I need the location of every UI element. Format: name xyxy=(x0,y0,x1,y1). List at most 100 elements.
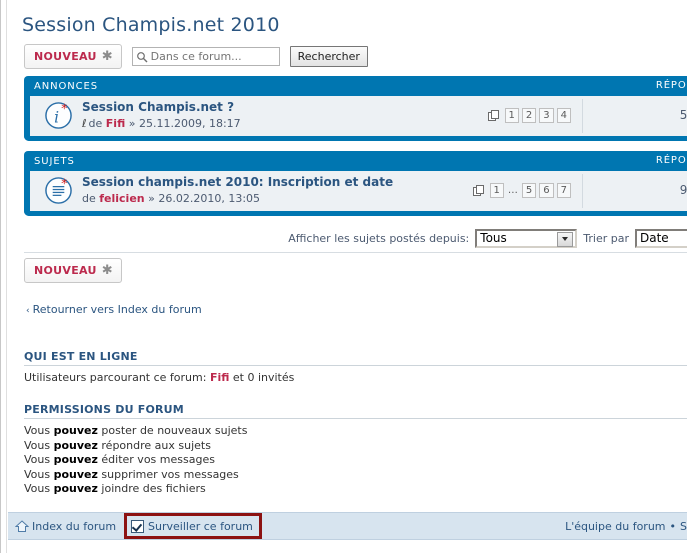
who-is-online-section: QUI EST EN LIGNE Utilisateurs parcourant… xyxy=(24,350,687,386)
team-link[interactable]: L'équipe du forum xyxy=(565,520,665,533)
table-row: * Session champis.net 2010: Inscription … xyxy=(30,171,687,211)
topic-title-link[interactable]: Session champis.net 2010: Inscription et… xyxy=(82,175,393,190)
page-link[interactable]: 1 xyxy=(489,183,504,198)
date-separator: » xyxy=(148,192,155,205)
star-icon: ✱ xyxy=(101,262,113,278)
footer-index-link[interactable]: Index du forum xyxy=(32,520,116,533)
permission-line: Vous pouvez poster de nouveaux sujets xyxy=(24,424,687,439)
column-divider xyxy=(582,99,583,133)
author-link[interactable]: Fifi xyxy=(106,117,125,130)
online-text-after: et 0 invités xyxy=(229,371,295,384)
replies-count: 97 xyxy=(679,183,687,197)
perm-strong: pouvez xyxy=(53,424,98,437)
filter-divider xyxy=(24,252,687,253)
who-is-online-title: QUI EST EN LIGNE xyxy=(24,350,687,366)
new-topic-label: NOUVEAU xyxy=(34,264,97,277)
page-link[interactable]: 3 xyxy=(539,108,554,123)
by-label: de xyxy=(82,192,96,205)
perm-post: joindre des fichiers xyxy=(97,482,206,495)
column-divider xyxy=(582,174,583,208)
display-since-label: Afficher les sujets postés depuis: xyxy=(288,231,470,245)
page-content: Session Champis.net 2010 NOUVEAU ✱ Reche… xyxy=(8,0,687,553)
forum-permissions-title: PERMISSIONS DU FORUM xyxy=(24,403,687,419)
author-link[interactable]: felicien xyxy=(99,192,144,205)
footer-bar: Index du forum Surveiller ce forum L'équ… xyxy=(8,512,687,540)
who-is-online-body: Utilisateurs parcourant ce forum: Fifi e… xyxy=(24,366,687,386)
perm-pre: Vous xyxy=(24,438,54,452)
return-to-index-link[interactable]: ‹ Retourner vers Index du forum xyxy=(26,303,202,316)
new-topic-button-top[interactable]: NOUVEAU ✱ xyxy=(24,44,122,69)
watch-forum-link[interactable]: Surveiller ce forum xyxy=(148,520,253,533)
table-row: i * Session Champis.net ? ℓ de Fifi » 25.… xyxy=(30,96,687,136)
permission-line: Vous pouvez supprimer vos messages xyxy=(24,468,687,483)
perm-pre: Vous xyxy=(24,467,54,481)
by-label: de xyxy=(88,117,103,130)
topic-icon: * xyxy=(45,176,72,204)
sort-by-select[interactable]: Date xyxy=(635,228,687,248)
bottom-action-row: NOUVEAU ✱ xyxy=(24,258,122,283)
pagination-ellipsis: … xyxy=(507,185,518,196)
online-text-before: Utilisateurs parcourant ce forum: xyxy=(24,371,210,384)
svg-text:*: * xyxy=(61,176,67,191)
perm-post: supprimer vos messages xyxy=(97,467,239,481)
display-since-select[interactable]: Tous xyxy=(475,228,578,248)
checkbox-icon[interactable] xyxy=(131,519,145,533)
perm-post: répondre aux sujets xyxy=(97,438,211,452)
forum-page: Session Champis.net 2010 NOUVEAU ✱ Reche… xyxy=(0,0,687,553)
date-separator: » xyxy=(128,117,136,130)
chevron-down-icon[interactable] xyxy=(557,231,574,247)
post-date: 26.02.2010, 13:05 xyxy=(158,192,261,205)
new-topic-button-bottom[interactable]: NOUVEAU ✱ xyxy=(24,258,122,283)
page-link[interactable]: 4 xyxy=(556,108,571,123)
perm-pre: Vous xyxy=(24,482,54,495)
pages-icon xyxy=(487,109,499,121)
svg-text:*: * xyxy=(61,101,67,116)
replies-column-header: RÉPON xyxy=(655,155,687,166)
watch-forum-highlight[interactable]: Surveiller ce forum xyxy=(124,513,262,539)
new-topic-label: NOUVEAU xyxy=(34,50,97,63)
forum-permissions-section: PERMISSIONS DU FORUM Vous pouvez poster … xyxy=(24,403,687,497)
perm-strong: pouvez xyxy=(53,453,98,466)
announcements-body: i * Session Champis.net ? ℓ de Fifi » 25.… xyxy=(24,96,687,141)
page-left-rule xyxy=(6,0,7,553)
topic-meta: de felicien » 26.02.2010, 13:05 xyxy=(82,191,393,206)
announcements-header-label: ANNONCES xyxy=(34,80,99,92)
perm-strong: pouvez xyxy=(53,467,98,481)
announcement-icon: i * xyxy=(45,101,72,129)
page-link[interactable]: 5 xyxy=(521,183,537,198)
home-icon xyxy=(15,519,29,532)
footer-truncated-link[interactable]: S xyxy=(680,520,687,533)
sort-by-value: Date xyxy=(640,231,669,245)
page-link[interactable]: 2 xyxy=(521,108,537,123)
star-icon: ✱ xyxy=(101,48,113,64)
return-to-index-label: Retourner vers Index du forum xyxy=(32,303,202,316)
search-button[interactable]: Rechercher xyxy=(289,46,368,67)
chevron-left-icon: ‹ xyxy=(26,306,30,316)
attachment-icon: ℓ xyxy=(82,117,87,130)
topic-title-link[interactable]: Session Champis.net ? xyxy=(82,100,241,115)
footer-right-group: L'équipe du forum • S xyxy=(565,520,687,533)
search-icon xyxy=(136,52,148,63)
page-link[interactable]: 7 xyxy=(556,183,571,198)
search-input[interactable] xyxy=(150,50,275,63)
page-link[interactable]: 6 xyxy=(539,183,554,198)
permission-line: Vous pouvez joindre des fichiers xyxy=(24,482,687,497)
footer-bullet: • xyxy=(669,520,677,533)
replies-count: 56 xyxy=(679,108,687,122)
perm-strong: pouvez xyxy=(53,482,98,495)
page-title: Session Champis.net 2010 xyxy=(22,13,280,36)
page-link[interactable]: 1 xyxy=(504,108,519,123)
permission-line: Vous pouvez répondre aux sujets xyxy=(24,439,687,454)
svg-text:i: i xyxy=(54,108,59,126)
subjects-block: SUJETS RÉPON * xyxy=(24,151,687,216)
pagination-subjects: 1 … 5 6 7 xyxy=(472,183,571,198)
perm-strong: pouvez xyxy=(53,438,98,452)
pages-icon xyxy=(472,184,484,196)
perm-post: éditer vos messages xyxy=(97,453,215,466)
online-user-link[interactable]: Fifi xyxy=(210,371,229,384)
search-box[interactable] xyxy=(131,47,280,66)
topic-text-block: Session champis.net 2010: Inscription et… xyxy=(82,175,393,206)
announcements-header: ANNONCES RÉPON xyxy=(24,76,687,96)
topic-meta: ℓ de Fifi » 25.11.2009, 18:17 xyxy=(82,116,241,131)
subjects-header-label: SUJETS xyxy=(34,155,75,167)
